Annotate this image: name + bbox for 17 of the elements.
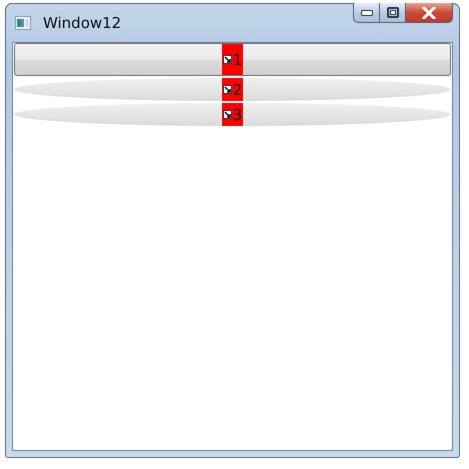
shortcut-icon [222,55,232,64]
list-item[interactable]: 3 [14,103,451,126]
close-button[interactable] [406,3,453,23]
shortcut-icon [222,85,232,94]
item-label: 1 [222,44,244,75]
shortcut-icon [222,110,232,119]
minimize-icon [360,10,372,16]
window-title: Window12 [43,14,122,32]
window-icon [15,16,31,30]
maximize-button[interactable] [380,3,406,23]
minimize-button[interactable] [353,3,380,23]
maximize-icon [386,7,398,18]
list-item[interactable]: 2 [14,78,451,101]
item-label: 3 [222,103,244,126]
item-label: 2 [222,78,244,101]
close-icon [422,6,436,18]
list-item[interactable]: 1 [14,43,451,76]
